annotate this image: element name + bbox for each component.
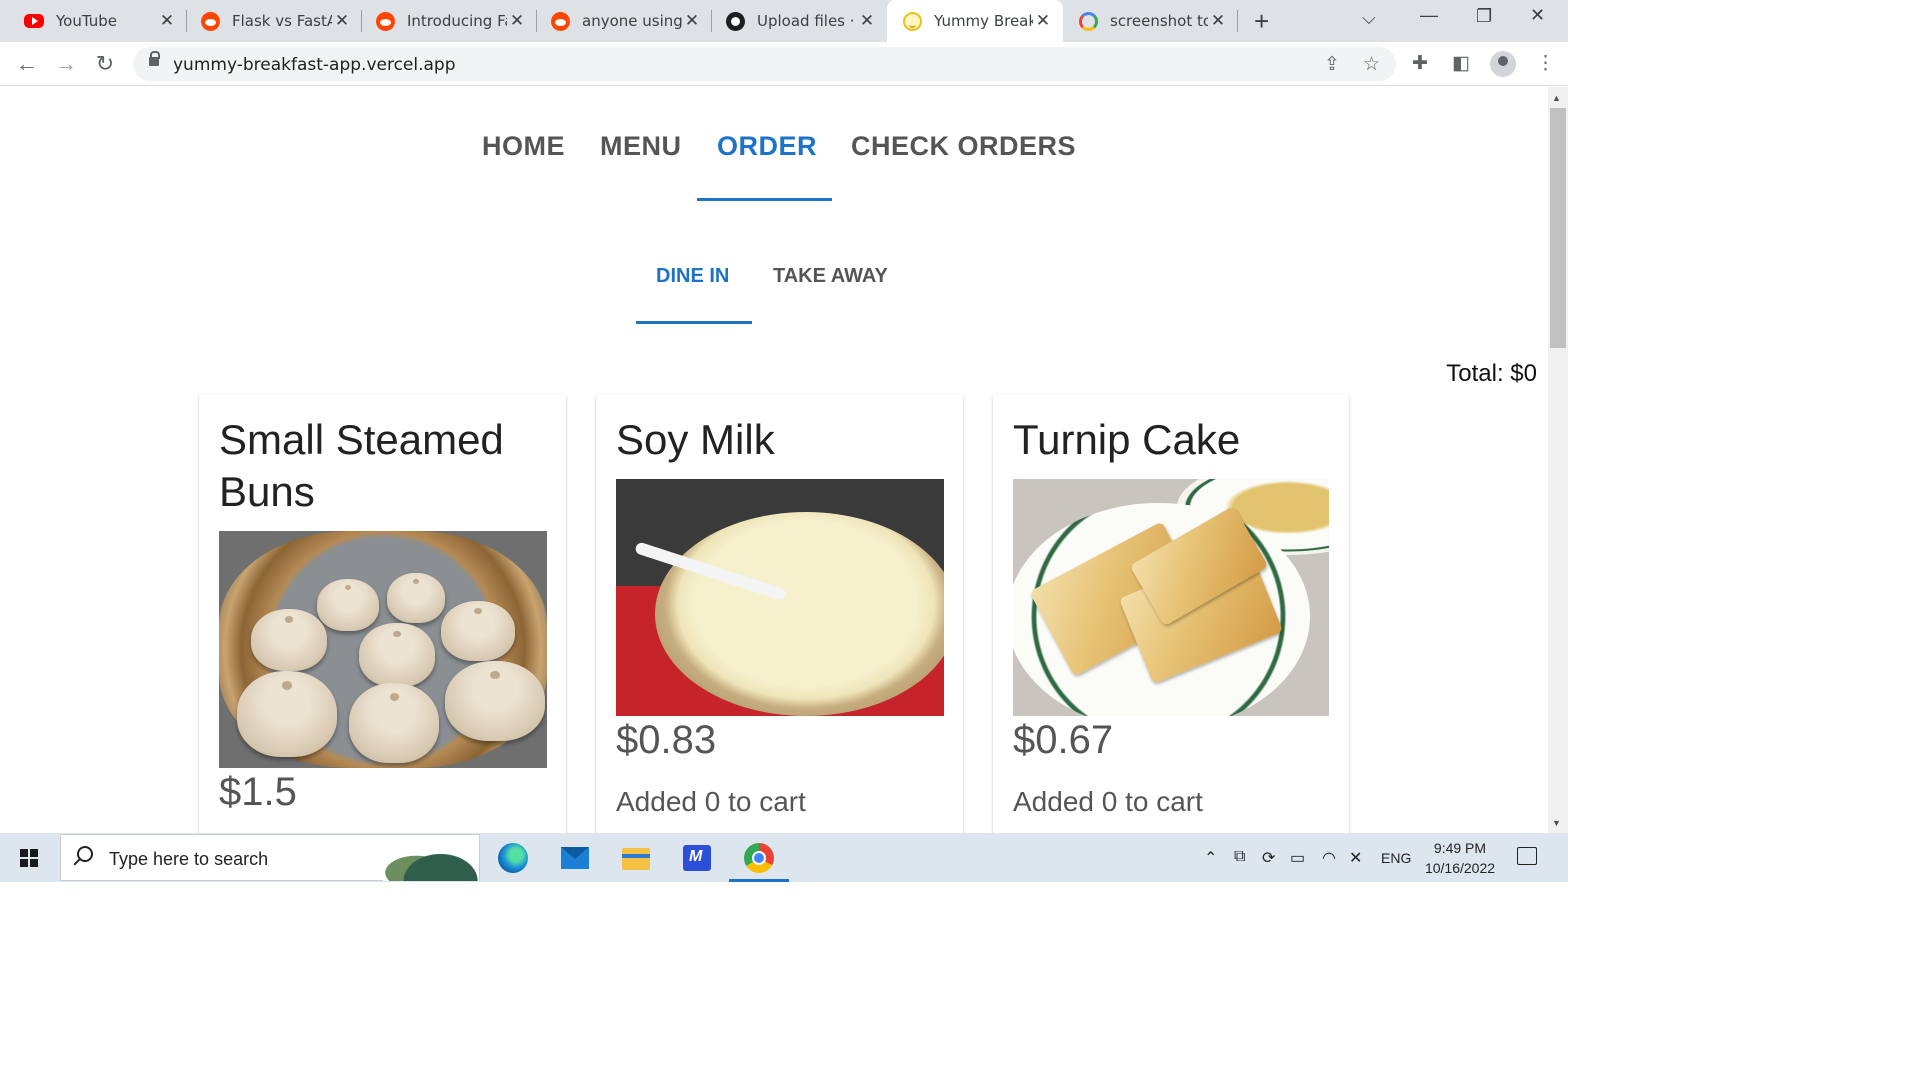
product-card-soy-milk: Soy Milk $0.83 Added 0 to cart: [596, 394, 963, 833]
volume-muted-icon[interactable]: ✕: [1349, 848, 1362, 868]
windows-start-icon[interactable]: [20, 849, 38, 867]
subnav-active-indicator: [636, 321, 752, 324]
youtube-icon: [24, 14, 44, 28]
cart-count-text: Added 0 to cart: [1013, 786, 1203, 817]
cart-count-text: Added 0 to cart: [616, 786, 806, 817]
main-nav: HOME MENU ORDER CHECK ORDERS: [0, 131, 1548, 201]
product-price: $0.67: [1013, 718, 1114, 762]
google-icon: [1079, 11, 1098, 31]
product-name: Small Steamed Buns: [219, 416, 504, 515]
reload-icon[interactable]: ↻: [92, 51, 118, 77]
tab-title: Introducing Fa: [407, 12, 507, 30]
new-tab-button[interactable]: +: [1254, 6, 1269, 37]
nav-check-orders[interactable]: CHECK ORDERS: [851, 131, 1076, 162]
share-icon[interactable]: ⇪: [1324, 53, 1340, 76]
soy-milk-photo[interactable]: [616, 479, 944, 716]
minimize-icon[interactable]: —: [1420, 5, 1438, 26]
browser-toolbar: ← → ↻ yummy-breakfast-app.vercel.app ⇪ ☆…: [0, 42, 1568, 86]
chrome-icon[interactable]: [744, 843, 774, 873]
app-m-icon[interactable]: [683, 845, 711, 871]
clock-time: 9:49 PM: [1433, 840, 1487, 856]
scroll-up-arrow-icon[interactable]: ▲: [1552, 93, 1561, 103]
extensions-puzzle-icon[interactable]: ✚: [1412, 52, 1428, 75]
product-price: $1.5: [219, 770, 297, 814]
wifi-icon[interactable]: ◠: [1322, 848, 1336, 868]
close-icon[interactable]: ✕: [157, 11, 177, 31]
tab-title: Flask vs FastAP: [232, 12, 332, 30]
close-icon[interactable]: ✕: [857, 11, 877, 31]
forward-arrow-icon[interactable]: →: [53, 51, 79, 77]
tab-title: Yummy Breakf: [934, 12, 1033, 30]
tab-title: anyone using F: [582, 12, 682, 30]
search-icon: [77, 846, 93, 862]
tab-flask-vs-fastapi[interactable]: Flask vs FastAP ✕: [187, 0, 362, 42]
profile-avatar-icon[interactable]: [1490, 51, 1516, 77]
browser-tab-strip: YouTube ✕ Flask vs FastAP ✕ Introducing …: [0, 0, 1568, 42]
more-menu-icon[interactable]: ⋮: [1536, 52, 1555, 75]
product-card-steamed-buns: Small Steamed Buns $1.5: [199, 394, 566, 833]
close-icon[interactable]: ✕: [1033, 11, 1053, 31]
product-name: Soy Milk: [616, 416, 775, 463]
close-icon[interactable]: ✕: [682, 11, 702, 31]
reddit-icon: [201, 11, 220, 31]
bookmark-star-icon[interactable]: ☆: [1363, 53, 1380, 76]
side-panel-icon[interactable]: ◧: [1452, 52, 1470, 75]
windows-taskbar: Type here to search ⌃ ⧉ ⟳ ▭ ◠ ✕ ENG 9:49…: [0, 833, 1568, 882]
show-hidden-icons-chevron-icon[interactable]: ⌃: [1204, 848, 1217, 868]
nav-active-indicator: [697, 198, 832, 201]
close-icon[interactable]: ✕: [507, 11, 527, 31]
scroll-down-arrow-icon[interactable]: ▼: [1552, 818, 1561, 828]
close-icon[interactable]: ✕: [1208, 11, 1228, 31]
tab-anyone-using[interactable]: anyone using F ✕: [537, 0, 712, 42]
steamed-buns-photo[interactable]: [219, 531, 547, 768]
tab-upload-files[interactable]: Upload files · d ✕: [712, 0, 887, 42]
system-clock[interactable]: 9:49 PM 10/16/2022: [1418, 838, 1502, 878]
tab-introducing[interactable]: Introducing Fa ✕: [362, 0, 537, 42]
clock-date: 10/16/2022: [1424, 860, 1496, 876]
nav-order[interactable]: ORDER: [717, 131, 817, 162]
github-icon: [726, 11, 745, 31]
tab-yummy-breakfast[interactable]: Yummy Breakf ✕: [887, 0, 1063, 42]
window-close-icon[interactable]: ✕: [1530, 5, 1545, 26]
file-explorer-icon[interactable]: [622, 848, 650, 870]
active-app-indicator: [729, 879, 789, 882]
product-price: $0.83: [616, 718, 717, 762]
battery-icon[interactable]: ▭: [1290, 848, 1305, 868]
input-language[interactable]: ENG: [1381, 850, 1411, 866]
sync-icon[interactable]: ⟳: [1262, 848, 1275, 868]
tab-search-chevron-icon[interactable]: ⌵: [1362, 8, 1376, 29]
close-icon[interactable]: ✕: [332, 11, 352, 31]
restore-icon[interactable]: ❐: [1476, 6, 1492, 27]
nav-menu[interactable]: MENU: [600, 131, 682, 162]
tab-dine-in[interactable]: DINE IN: [656, 265, 729, 288]
tab-take-away[interactable]: TAKE AWAY: [773, 265, 888, 288]
search-highlight-illustration[interactable]: [383, 839, 479, 881]
mail-icon[interactable]: [561, 847, 589, 869]
tab-screenshot[interactable]: screenshot to f ✕: [1063, 0, 1238, 42]
reddit-icon: [376, 11, 395, 31]
tab-youtube[interactable]: YouTube ✕: [0, 0, 187, 42]
nav-home[interactable]: HOME: [482, 131, 565, 162]
tab-title: YouTube: [56, 12, 117, 30]
url-text[interactable]: yummy-breakfast-app.vercel.app: [173, 55, 456, 75]
taskbar-search-box[interactable]: Type here to search: [60, 834, 480, 881]
taskbar-search-placeholder[interactable]: Type here to search: [109, 849, 268, 870]
edge-browser-icon[interactable]: [498, 843, 528, 873]
lock-icon[interactable]: [149, 51, 160, 66]
scrollbar-thumb[interactable]: [1550, 108, 1566, 348]
meet-now-icon[interactable]: ⧉: [1234, 848, 1245, 866]
turnip-cake-photo[interactable]: [1013, 479, 1329, 716]
product-card-turnip-cake: Turnip Cake $0.67 Added 0 to cart: [993, 394, 1349, 833]
tab-title: screenshot to f: [1110, 12, 1208, 30]
reddit-icon: [551, 11, 570, 31]
order-total: Total: $0: [1446, 360, 1537, 387]
smiley-icon: [903, 11, 922, 31]
product-name: Turnip Cake: [1013, 416, 1241, 463]
notification-center-icon[interactable]: [1517, 847, 1537, 865]
page-viewport: HOME MENU ORDER CHECK ORDERS DINE IN TAK…: [0, 87, 1548, 833]
address-bar[interactable]: yummy-breakfast-app.vercel.app ⇪ ☆: [133, 47, 1396, 81]
tab-title: Upload files · d: [757, 12, 857, 30]
back-arrow-icon[interactable]: ←: [14, 51, 40, 77]
